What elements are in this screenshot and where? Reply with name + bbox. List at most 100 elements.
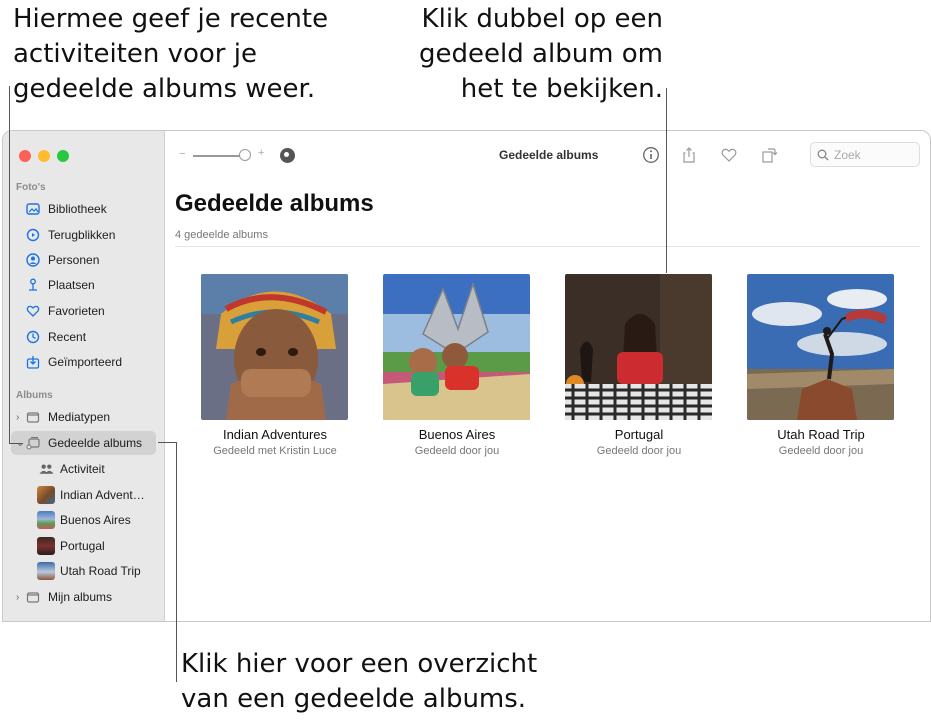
sidebar-item-label: Bibliotheek — [48, 202, 107, 216]
memories-icon — [26, 228, 40, 242]
album-cover-image — [747, 274, 894, 420]
sidebar-item-label: Plaatsen — [48, 278, 95, 292]
heart-icon — [26, 304, 40, 318]
sidebar-item-label: Recent — [48, 330, 87, 344]
heart-icon — [721, 148, 737, 162]
search-field[interactable]: Zoek — [810, 142, 920, 167]
favorite-button[interactable] — [719, 145, 739, 165]
sidebar-item-label: Mijn albums — [48, 590, 113, 604]
callout-line: het te bekijken. — [460, 74, 663, 104]
library-icon — [26, 202, 40, 216]
sidebar-item-media-types[interactable]: › Mediatypen — [11, 405, 156, 429]
album-cover[interactable] — [383, 274, 530, 420]
share-icon — [683, 147, 695, 163]
minimize-button[interactable] — [38, 150, 50, 162]
chevron-right-icon[interactable]: › — [16, 412, 19, 423]
callout-line: Klik hier voor een overzicht — [181, 649, 538, 679]
close-button[interactable] — [19, 150, 31, 162]
divider — [175, 246, 920, 247]
sidebar-item-buenos-aires[interactable]: Buenos Aires — [11, 508, 156, 532]
sidebar-item-activity[interactable]: Activiteit — [11, 457, 156, 481]
sidebar-item-places[interactable]: Plaatsen — [11, 273, 156, 297]
sidebar-item-my-albums[interactable]: › Mijn albums — [11, 585, 156, 609]
sidebar-item-label: Indian Advent… — [60, 488, 145, 502]
sidebar-item-portugal[interactable]: Portugal — [11, 534, 156, 558]
callout-line: gedeelde albums weer. — [13, 74, 316, 104]
info-icon — [643, 147, 659, 163]
sidebar-section-photos: Foto's — [16, 182, 46, 193]
album-thumbnail — [37, 537, 55, 555]
album-card-indian-adventures[interactable]: Indian Adventures Gedeeld met Kristin Lu… — [201, 274, 349, 457]
slideshow-button[interactable] — [280, 148, 295, 163]
search-placeholder: Zoek — [834, 147, 861, 162]
album-thumbnail — [37, 511, 55, 529]
album-thumbnail — [37, 486, 55, 504]
rotate-icon — [762, 148, 778, 163]
sidebar-item-label: Personen — [48, 253, 100, 267]
sidebar-item-library[interactable]: Bibliotheek — [11, 197, 156, 221]
callout-line: van een gedeelde albums. — [181, 684, 527, 714]
album-name: Portugal — [614, 427, 664, 442]
album-card-utah-road-trip[interactable]: Utah Road Trip Gedeeld door jou — [747, 274, 895, 457]
sidebar-item-memories[interactable]: Terugblikken — [11, 223, 156, 247]
album-cover-image — [201, 274, 348, 420]
callout-line: gedeeld album om — [419, 39, 663, 69]
callout-double-click: Klik dubbel op een gedeeld album om het … — [405, 2, 663, 107]
album-share-status: Gedeeld met Kristin Luce — [213, 445, 337, 457]
sidebar-item-label: Terugblikken — [48, 228, 116, 242]
folder-icon — [26, 410, 40, 424]
sidebar-item-people[interactable]: Personen — [11, 248, 156, 272]
zoom-in-label: + — [258, 147, 265, 159]
sidebar-item-label: Utah Road Trip — [60, 564, 141, 578]
album-name: Utah Road Trip — [777, 427, 865, 442]
zoom-slider[interactable] — [193, 155, 243, 157]
sidebar-item-recent[interactable]: Recent — [11, 325, 156, 349]
sidebar-item-utah-road-trip[interactable]: Utah Road Trip — [11, 559, 156, 583]
callout-line: Klik dubbel op een — [421, 4, 663, 34]
sidebar: Foto's Bibliotheek Terugblikken Personen… — [3, 131, 165, 621]
sidebar-item-label: Mediatypen — [48, 410, 111, 424]
sidebar-item-label: Portugal — [60, 539, 105, 553]
album-name: Indian Adventures — [222, 427, 328, 442]
sidebar-item-label: Geïmporteerd — [48, 355, 123, 369]
zoom-button[interactable] — [57, 150, 69, 162]
share-button[interactable] — [679, 145, 699, 165]
callout-leader-line — [9, 443, 23, 444]
album-share-status: Gedeeld door jou — [414, 445, 500, 457]
album-card-portugal[interactable]: Portugal Gedeeld door jou — [565, 274, 713, 457]
rotate-button[interactable] — [759, 145, 779, 165]
album-share-status: Gedeeld door jou — [596, 445, 682, 457]
chevron-right-icon[interactable]: › — [16, 592, 19, 603]
sidebar-item-label: Activiteit — [60, 462, 105, 476]
clock-icon — [26, 330, 40, 344]
callout-leader-line — [176, 442, 177, 682]
sidebar-item-label: Buenos Aires — [60, 513, 131, 527]
album-card-buenos-aires[interactable]: Buenos Aires Gedeeld door jou — [383, 274, 531, 457]
sidebar-item-shared-albums[interactable]: ⌄ Gedeelde albums — [11, 431, 156, 455]
album-count: 4 gedeelde albums — [175, 229, 268, 241]
album-cover[interactable] — [747, 274, 894, 420]
window-title: Gedeelde albums — [499, 148, 599, 162]
places-icon — [26, 278, 40, 292]
info-button[interactable] — [641, 145, 661, 165]
page-title: Gedeelde albums — [175, 190, 374, 217]
sidebar-item-indian-adventures[interactable]: Indian Advent… — [11, 483, 156, 507]
callout-leader-line — [666, 88, 667, 273]
sidebar-item-imported[interactable]: Geïmporteerd — [11, 350, 156, 374]
people-group-icon — [37, 460, 55, 478]
callout-line: activiteiten voor je — [13, 39, 257, 69]
callout-leader-line — [9, 86, 10, 444]
zoom-slider-knob[interactable] — [239, 149, 251, 161]
sidebar-item-label: Gedeelde albums — [48, 436, 143, 450]
sidebar-section-albums: Albums — [16, 390, 53, 401]
zoom-out-label: − — [179, 148, 186, 160]
callout-shared-albums: Klik hier voor een overzicht van een ged… — [181, 647, 537, 717]
callout-leader-line — [158, 442, 176, 443]
import-icon — [26, 355, 40, 369]
album-thumbnail — [37, 562, 55, 580]
album-cover[interactable] — [201, 274, 348, 420]
sidebar-item-favorites[interactable]: Favorieten — [11, 299, 156, 323]
album-share-status: Gedeeld door jou — [778, 445, 864, 457]
album-cover[interactable] — [565, 274, 712, 420]
album-name: Buenos Aires — [418, 427, 496, 442]
